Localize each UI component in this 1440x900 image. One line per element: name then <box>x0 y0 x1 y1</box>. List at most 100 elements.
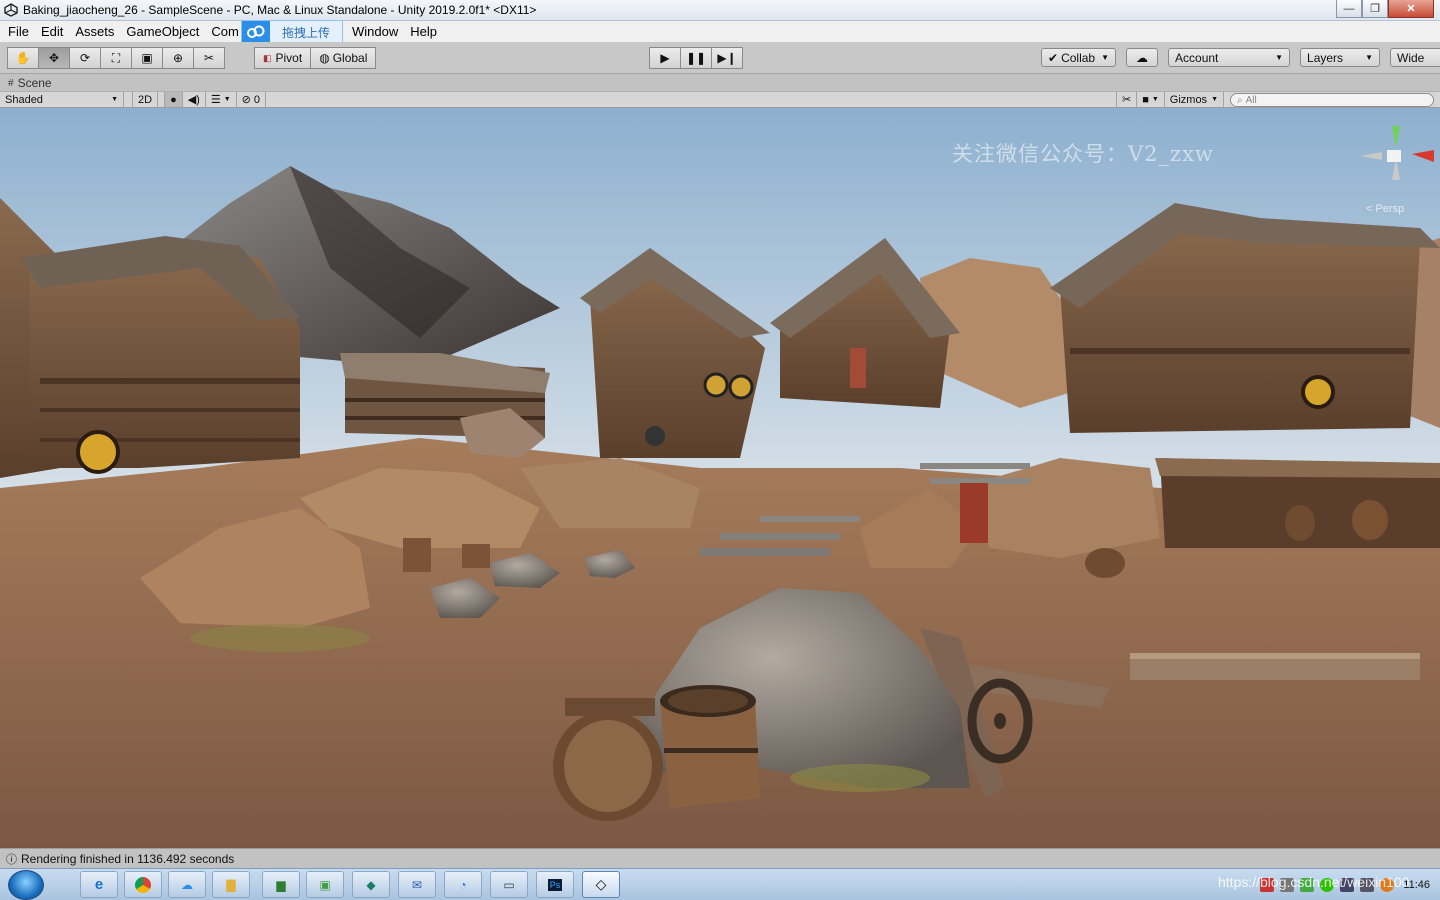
play-button[interactable]: ▶ <box>649 47 681 69</box>
gizmo-y-axis[interactable] <box>1392 126 1400 148</box>
move-icon: ✥ <box>48 51 60 65</box>
scene-control-bar: Shaded ▼ 2D ● ◀) ☰ ▼ ⊘ 0 ✂ ■ ▼ Gizmos ▼ ⌕ Al… <box>0 91 1440 108</box>
layout-dropdown[interactable]: Wide▼ <box>1390 48 1440 67</box>
layers-label: Layers <box>1307 50 1344 65</box>
taskbar-app-6[interactable]: ▭ <box>490 871 528 898</box>
chevron-down-icon: ▼ <box>223 96 231 103</box>
global-toggle[interactable]: ◍ Global <box>310 47 377 69</box>
baidu-cloud-icon <box>242 21 270 43</box>
app-icon: ▭ <box>503 877 515 892</box>
effects-icon: ☰ <box>210 94 221 106</box>
maximize-button[interactable]: ❐ <box>1362 0 1388 18</box>
chart-icon: ▆ <box>276 877 286 892</box>
tools-icon: ✂ <box>1121 94 1132 106</box>
ie-icon: e <box>94 876 104 893</box>
taskbar-app-4[interactable]: ✉ <box>398 871 436 898</box>
app-icon: ◔ <box>459 877 467 892</box>
pause-button[interactable]: ❚❚ <box>680 47 712 69</box>
scale-tool-button[interactable]: ⛶ <box>100 47 132 69</box>
gizmo-center-cube[interactable] <box>1387 150 1401 162</box>
taskbar-photoshop[interactable]: Ps <box>536 871 574 898</box>
menu-component[interactable]: Com <box>205 21 244 42</box>
account-dropdown[interactable]: Account ▼ <box>1168 48 1291 67</box>
lighting-toggle[interactable]: ● <box>164 92 183 107</box>
custom-tool-button[interactable]: ✂ <box>193 47 225 69</box>
menu-file[interactable]: File <box>0 21 35 42</box>
toggle-2d-button[interactable]: 2D <box>132 92 159 107</box>
chevron-down-icon: ▼ <box>111 96 118 103</box>
account-label: Account <box>1175 50 1219 65</box>
rect-tool-button[interactable]: ▣ <box>131 47 163 69</box>
taskbar-chrome[interactable] <box>124 871 162 898</box>
chevron-down-icon: ▼ <box>1365 53 1374 62</box>
globe-icon: ◍ <box>319 51 330 65</box>
menu-window[interactable]: Window <box>344 21 404 42</box>
scene-search-field[interactable]: ⌕ All <box>1230 93 1434 107</box>
layers-dropdown[interactable]: Layers ▼ <box>1300 48 1381 67</box>
camera-dropdown[interactable]: ■ ▼ <box>1137 92 1165 107</box>
chevron-down-icon: ▼ <box>1101 53 1110 62</box>
pivot-icon: ◧ <box>263 52 272 63</box>
gizmo-x-axis[interactable] <box>1412 150 1434 162</box>
tab-scene[interactable]: # Scene <box>8 76 52 90</box>
menu-help[interactable]: Help <box>404 21 443 42</box>
taskbar-baidu-cloud[interactable]: ☁ <box>168 871 206 898</box>
hidden-count: 0 <box>253 93 260 106</box>
start-button[interactable] <box>8 870 44 900</box>
status-message[interactable]: Rendering finished in 1136.492 seconds <box>21 852 234 866</box>
menu-assets[interactable]: Assets <box>69 21 120 42</box>
layout-label: Wide <box>1397 50 1425 65</box>
gizmos-dropdown[interactable]: Gizmos ▼ <box>1165 92 1224 107</box>
photoshop-icon: Ps <box>547 878 563 891</box>
scale-icon: ⛶ <box>111 50 121 65</box>
cloud-button[interactable]: ☁ <box>1126 48 1159 67</box>
taskbar-ie[interactable]: e <box>80 871 118 898</box>
chevron-down-icon: ▼ <box>1211 96 1218 103</box>
menu-gameobject[interactable]: GameObject <box>120 21 205 42</box>
effects-dropdown[interactable]: ☰ ▼ <box>206 92 237 107</box>
gizmo-neg-x-axis[interactable] <box>1360 152 1382 160</box>
taskbar-explorer[interactable]: ▇ <box>212 871 250 898</box>
step-button[interactable]: ▶❙ <box>711 47 743 69</box>
minimize-button[interactable]: — <box>1336 0 1362 18</box>
taskbar-app-3[interactable]: ◆ <box>352 871 390 898</box>
eye-slash-icon: ⊘ <box>241 94 251 106</box>
drag-upload-label: 拖拽上传 <box>282 25 331 40</box>
close-button[interactable]: ✕ <box>1388 0 1434 18</box>
pivot-toggle[interactable]: ◧ Pivot <box>254 47 312 69</box>
taskbar-app-1[interactable]: ▆ <box>262 871 300 898</box>
taskbar-app-2[interactable]: ▣ <box>306 871 344 898</box>
shading-mode-dropdown[interactable]: Shaded ▼ <box>0 92 124 107</box>
menu-edit[interactable]: Edit <box>35 21 69 42</box>
rotate-icon: ⟳ <box>79 51 91 65</box>
collab-label: Collab <box>1061 50 1096 65</box>
transform-icon: ⊕ <box>172 51 184 65</box>
taskbar-unity[interactable]: ◇ <box>582 871 620 898</box>
hand-tool-button[interactable]: ✋ <box>7 47 39 69</box>
drag-upload-widget[interactable]: 拖拽上传 <box>241 20 343 44</box>
collab-dropdown[interactable]: ✔ Collab ▼ <box>1041 48 1117 67</box>
pause-icon: ❚❚ <box>685 51 707 65</box>
app-icon: ▣ <box>319 877 331 892</box>
move-tool-button[interactable]: ✥ <box>38 47 70 69</box>
projection-label[interactable]: < Persp <box>1366 203 1404 215</box>
scene-tools-button[interactable]: ✂ <box>1115 92 1138 107</box>
scene-viewport[interactable]: 关注微信公众号：V2_zxw < Persp <box>0 108 1440 848</box>
audio-toggle[interactable]: ◀) <box>183 92 206 107</box>
step-icon: ▶❙ <box>717 51 737 65</box>
scene-tab-label: Scene <box>17 76 52 90</box>
grid-icon: # <box>8 77 14 89</box>
unity-logo-icon <box>4 3 18 17</box>
transform-tool-button[interactable]: ⊕ <box>162 47 194 69</box>
hidden-objects-toggle[interactable]: ⊘ 0 <box>237 92 266 107</box>
taskbar-app-5[interactable]: ◔ <box>444 871 482 898</box>
menu-bar: File Edit Assets GameObject Com <box>0 21 1440 42</box>
app-icon: ✉ <box>411 877 423 892</box>
red-banner <box>960 483 988 543</box>
pivot-label: Pivot <box>275 51 303 65</box>
rotate-tool-button[interactable]: ⟳ <box>69 47 101 69</box>
unity-icon: ◇ <box>595 876 607 892</box>
camera-icon: ■ <box>1142 93 1149 106</box>
wechat-watermark: 关注微信公众号：V2_zxw <box>952 142 1214 166</box>
scene-render <box>0 108 1440 848</box>
